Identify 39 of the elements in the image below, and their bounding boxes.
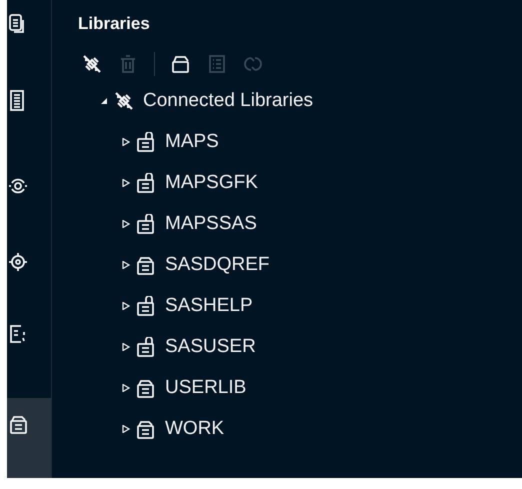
expand-arrow-icon[interactable] xyxy=(122,302,130,310)
expand-arrow-icon[interactable] xyxy=(122,424,130,432)
tree-item[interactable]: SASDQREF xyxy=(165,254,270,276)
notebook-icon xyxy=(9,90,27,112)
expand-arrow-icon[interactable] xyxy=(122,138,130,146)
locked-library-icon xyxy=(136,172,156,192)
library-icon xyxy=(9,414,29,434)
target-icon xyxy=(9,250,27,273)
expand-arrow-icon[interactable] xyxy=(122,220,130,228)
delete-icon xyxy=(118,54,138,74)
panel-title: Libraries xyxy=(78,14,151,35)
collapse-arrow-icon[interactable] xyxy=(100,96,108,104)
locked-library-icon xyxy=(136,296,156,316)
tree-item[interactable]: SASHELP xyxy=(165,294,253,316)
document-icon xyxy=(9,14,27,36)
expand-arrow-icon[interactable] xyxy=(122,384,130,392)
locked-library-icon xyxy=(136,132,156,152)
tree-item[interactable]: MAPSSAS xyxy=(165,212,257,234)
tree-item[interactable]: USERLIB xyxy=(165,376,246,398)
library-icon xyxy=(136,418,156,438)
tree-item[interactable]: Connected Libraries xyxy=(143,90,314,112)
expand-arrow-icon[interactable] xyxy=(122,342,130,350)
tree-item[interactable]: MAPSGFK xyxy=(165,172,258,194)
plug-icon xyxy=(114,90,134,110)
tree-item[interactable]: MAPS xyxy=(165,130,219,152)
activity-bar-item[interactable] xyxy=(7,398,51,478)
tasks-icon xyxy=(9,322,27,345)
tree-item[interactable]: SASUSER xyxy=(165,336,256,358)
plug-icon xyxy=(82,54,102,74)
expand-arrow-icon[interactable] xyxy=(122,260,130,268)
tree-item[interactable]: WORK xyxy=(165,418,224,440)
locked-library-icon xyxy=(136,336,156,356)
library-icon xyxy=(136,254,156,274)
library-icon xyxy=(171,54,191,74)
library-icon xyxy=(136,378,156,398)
locked-library-icon xyxy=(136,214,156,234)
refresh-icon xyxy=(243,54,263,74)
expand-arrow-icon[interactable] xyxy=(122,178,130,186)
details-icon xyxy=(207,54,227,74)
